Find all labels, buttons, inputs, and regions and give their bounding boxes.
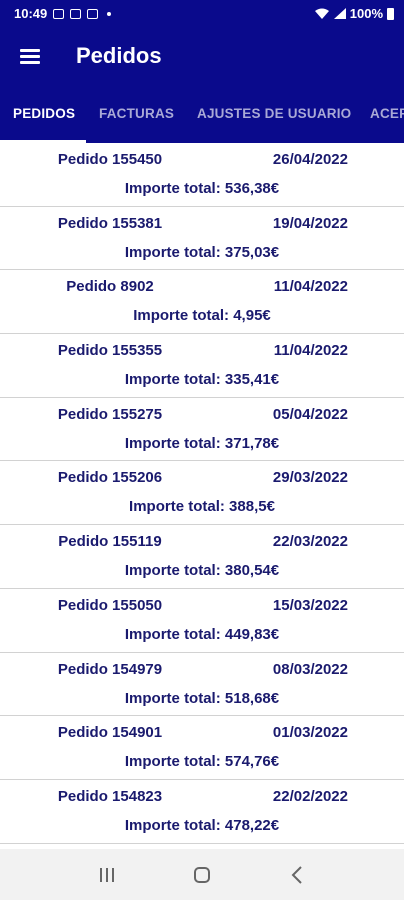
order-row[interactable]: Pedido 154823 22/02/2022 Importe total: … [0, 780, 404, 844]
order-name: Pedido 155450 [57, 151, 163, 168]
tab-pedidos[interactable]: PEDIDOS [13, 85, 75, 143]
order-total: Importe total: 4,95€ [133, 307, 271, 325]
order-name: Pedido 155206 [57, 469, 163, 487]
order-total: Importe total: 574,76€ [124, 753, 280, 771]
tab-ajustes-de-usuario[interactable]: AJUSTES DE USUARIO [197, 85, 351, 143]
order-row[interactable]: Pedido 155206 29/03/2022 Importe total: … [0, 461, 404, 526]
order-date: 11/04/2022 [273, 342, 348, 360]
order-total: Importe total: 518,68€ [124, 689, 280, 707]
order-date: 19/04/2022 [272, 214, 348, 232]
signal-icon [333, 8, 346, 19]
order-total: Importe total: 449,83€ [124, 625, 280, 643]
order-name: Pedido 154901 [57, 724, 163, 742]
app-bar: Pedidos [0, 27, 404, 85]
order-date: 05/04/2022 [272, 405, 348, 423]
order-row[interactable]: Pedido 154979 08/03/2022 Importe total: … [0, 653, 404, 717]
order-date: 26/04/2022 [272, 151, 348, 168]
recent-apps-icon [100, 867, 115, 882]
tab-facturas[interactable]: FACTURAS [99, 85, 174, 143]
page-title: Pedidos [76, 43, 162, 68]
order-date: 22/03/2022 [272, 533, 348, 551]
order-row[interactable]: Pedido 154901 01/03/2022 Importe total: … [0, 716, 404, 780]
order-row[interactable]: Pedido 155450 26/04/2022 Importe total: … [0, 143, 404, 207]
order-date: 29/03/2022 [272, 469, 348, 487]
battery-percent: 100% [349, 6, 383, 21]
recent-apps-button[interactable] [82, 855, 132, 895]
order-total: Importe total: 380,54€ [124, 562, 280, 580]
status-left: 10:49 [14, 6, 112, 21]
battery-icon [387, 7, 394, 20]
tab-acerca-de[interactable]: ACERCA DE [370, 85, 404, 143]
order-name: Pedido 155355 [57, 342, 163, 360]
order-name: Pedido 155119 [58, 533, 162, 551]
home-icon [193, 866, 210, 883]
order-row[interactable]: Pedido 155355 11/04/2022 Importe total: … [0, 334, 404, 398]
order-row[interactable]: Pedido 155275 05/04/2022 Importe total: … [0, 398, 404, 462]
order-name: Pedido 155050 [57, 596, 163, 614]
order-name: Pedido 155275 [57, 405, 163, 423]
hamburger-icon [20, 49, 40, 64]
order-date: 11/04/2022 [273, 278, 348, 296]
order-row[interactable]: Pedido 155119 22/03/2022 Importe total: … [0, 525, 404, 589]
order-total: Importe total: 335,41€ [124, 371, 280, 389]
order-date: 15/03/2022 [272, 596, 348, 614]
gallery-notification-icon [53, 8, 65, 19]
photo-notification-icon [87, 8, 99, 19]
order-row[interactable]: Pedido 155050 15/03/2022 Importe total: … [0, 589, 404, 653]
status-right: 100% [314, 6, 394, 21]
status-bar: 10:49 100% [0, 0, 404, 27]
back-icon [291, 865, 302, 884]
order-name: Pedido 154979 [57, 660, 163, 678]
order-date: 01/03/2022 [272, 724, 348, 742]
mail-notification-icon [70, 8, 82, 19]
order-total: Importe total: 536,38€ [124, 180, 280, 197]
order-total: Importe total: 375,03€ [124, 243, 280, 261]
more-notifications-icon [107, 11, 112, 16]
menu-button[interactable] [0, 27, 60, 85]
tab-bar: PEDIDOS FACTURAS AJUSTES DE USUARIO ACER… [0, 85, 404, 143]
order-row[interactable]: Pedido 155381 19/04/2022 Importe total: … [0, 207, 404, 271]
order-name: Pedido 154823 [57, 787, 163, 805]
order-total: Importe total: 388,5€ [129, 498, 275, 516]
order-row[interactable]: Pedido 8902 11/04/2022 Importe total: 4,… [0, 270, 404, 335]
order-date: 22/02/2022 [272, 787, 348, 805]
orders-list[interactable]: Pedido 155450 26/04/2022 Importe total: … [0, 143, 404, 849]
order-name: Pedido 155381 [57, 214, 163, 232]
order-total: Importe total: 478,22€ [124, 816, 280, 834]
order-date: 08/03/2022 [272, 660, 348, 678]
system-nav-bar [0, 849, 404, 900]
home-button[interactable] [177, 855, 227, 895]
wifi-icon [314, 8, 329, 19]
back-button[interactable] [272, 855, 322, 895]
order-total: Importe total: 371,78€ [124, 434, 280, 452]
status-time: 10:49 [14, 6, 48, 21]
order-name: Pedido 8902 [66, 278, 154, 296]
